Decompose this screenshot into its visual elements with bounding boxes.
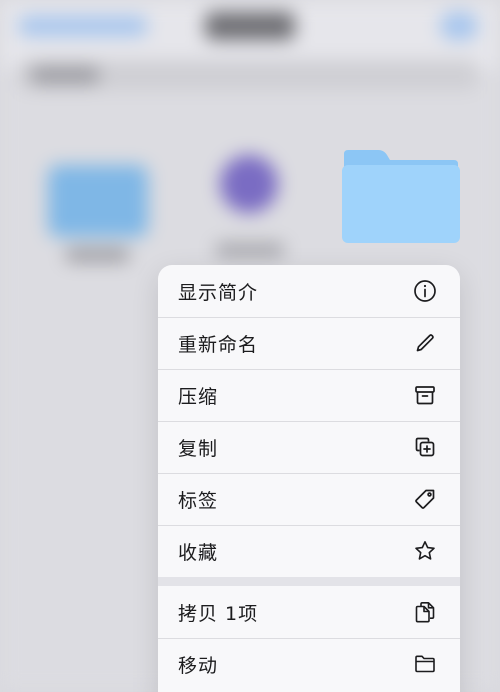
blurred-title	[205, 12, 295, 40]
menu-item-compress[interactable]: 压缩	[158, 369, 460, 421]
menu-item-label: 标签	[178, 489, 219, 512]
blurred-action-button	[440, 12, 478, 40]
menu-item-label: 拷贝 1项	[178, 602, 259, 625]
copy-docs-icon	[412, 599, 438, 625]
menu-item-tags[interactable]: 标签	[158, 473, 460, 525]
archive-box-icon	[412, 382, 438, 408]
tag-icon	[412, 486, 438, 512]
star-icon	[412, 538, 438, 564]
info-icon	[412, 278, 438, 304]
blurred-app-label	[215, 243, 285, 257]
menu-item-label: 复制	[178, 437, 219, 460]
menu-item-label: 压缩	[178, 385, 219, 408]
blurred-app-item	[220, 155, 278, 213]
menu-item-duplicate[interactable]: 复制	[158, 421, 460, 473]
menu-item-label: 收藏	[178, 541, 219, 564]
menu-item-favorite[interactable]: 收藏	[158, 525, 460, 577]
blurred-search-text	[30, 66, 100, 84]
folder-icon	[412, 651, 438, 677]
menu-item-move[interactable]: 移动	[158, 638, 460, 690]
menu-item-get-info[interactable]: 显示简介	[158, 265, 460, 317]
context-menu: 显示简介 重新命名 压缩 复制 标签 收藏 拷贝 1项 移动	[158, 265, 460, 692]
selected-folder-icon	[342, 147, 460, 243]
menu-section-separator	[158, 577, 460, 586]
blurred-back-button	[18, 16, 148, 36]
menu-item-rename[interactable]: 重新命名	[158, 317, 460, 369]
blurred-folder-label	[65, 248, 130, 262]
menu-item-label: 显示简介	[178, 281, 259, 304]
menu-item-copy[interactable]: 拷贝 1项	[158, 586, 460, 638]
menu-item-label: 移动	[178, 654, 219, 677]
pencil-icon	[412, 330, 438, 356]
menu-item-label: 重新命名	[178, 333, 259, 356]
duplicate-plus-icon	[412, 434, 438, 460]
blurred-folder-item	[48, 165, 148, 237]
